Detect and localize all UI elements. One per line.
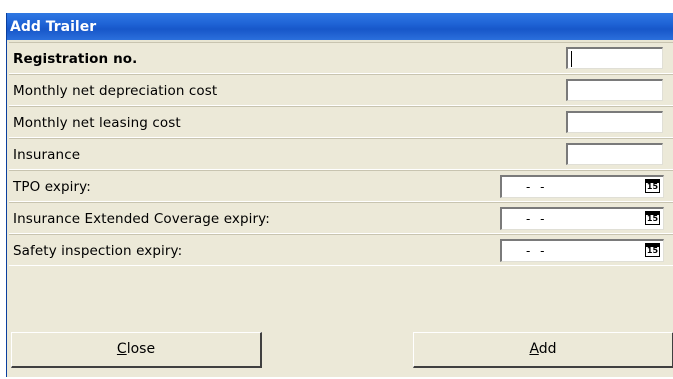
safety-inspection-expiry-value: - -: [526, 244, 548, 258]
button-bar: Close Add: [9, 329, 673, 377]
trailer-form: Registration no. Monthly net depreciatio…: [9, 42, 673, 266]
registration-row: Registration no.: [9, 42, 673, 74]
leasing-cost-row: Monthly net leasing cost: [9, 106, 673, 138]
leasing-cost-input[interactable]: [566, 111, 663, 133]
safety-inspection-expiry-date-field[interactable]: - - 15: [500, 239, 664, 262]
add-button[interactable]: Add: [413, 332, 673, 368]
insurance-input[interactable]: [566, 143, 663, 165]
title-bar: Add Trailer: [7, 13, 673, 42]
text-caret: [571, 51, 572, 67]
tpo-expiry-label: TPO expiry:: [13, 179, 91, 195]
close-label: lose: [126, 341, 156, 357]
depreciation-cost-label: Monthly net depreciation cost: [13, 83, 218, 99]
tpo-expiry-date-field[interactable]: - - 15: [500, 175, 664, 198]
tpo-expiry-value: - -: [526, 180, 548, 194]
calendar-icon[interactable]: 15: [645, 179, 660, 193]
registration-input[interactable]: [566, 47, 663, 69]
insurance-label: Insurance: [13, 147, 81, 163]
calendar-icon[interactable]: 15: [645, 243, 660, 257]
depreciation-cost-row: Monthly net depreciation cost: [9, 74, 673, 106]
add-trailer-dialog: Add Trailer Registration no. Monthly net…: [6, 13, 673, 377]
extended-coverage-expiry-row: Insurance Extended Coverage expiry: - - …: [9, 202, 673, 234]
extended-coverage-expiry-label: Insurance Extended Coverage expiry:: [13, 211, 270, 227]
add-mnemonic: A: [529, 341, 539, 357]
calendar-icon[interactable]: 15: [645, 211, 660, 225]
safety-inspection-expiry-row: Safety inspection expiry: - - 15: [9, 234, 673, 266]
depreciation-cost-input[interactable]: [566, 79, 663, 101]
add-label: dd: [538, 341, 557, 357]
extended-coverage-expiry-date-field[interactable]: - - 15: [500, 207, 664, 230]
tpo-expiry-row: TPO expiry: - - 15: [9, 170, 673, 202]
registration-label: Registration no.: [13, 51, 138, 67]
window-title: Add Trailer: [10, 19, 97, 35]
extended-coverage-expiry-value: - -: [526, 212, 548, 226]
insurance-row: Insurance: [9, 138, 673, 170]
safety-inspection-expiry-label: Safety inspection expiry:: [13, 243, 183, 259]
leasing-cost-label: Monthly net leasing cost: [13, 115, 181, 131]
close-button[interactable]: Close: [11, 332, 262, 368]
close-mnemonic: C: [116, 341, 127, 357]
